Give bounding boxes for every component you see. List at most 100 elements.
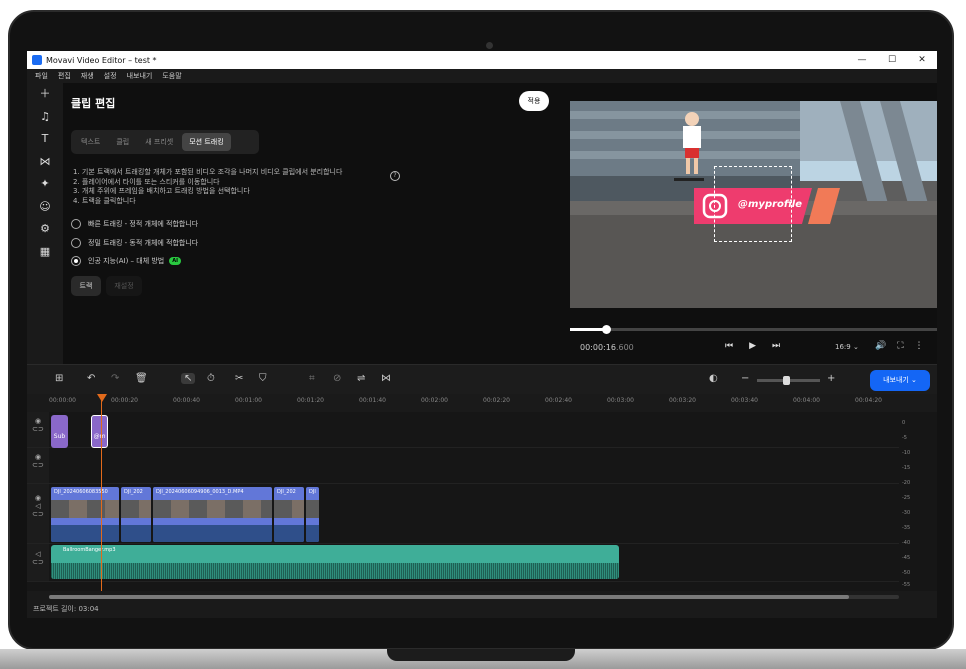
sticker-clip[interactable]: Sub bbox=[51, 415, 68, 448]
select-tool-icon[interactable]: ↖ bbox=[181, 373, 196, 384]
scrubber-handle[interactable] bbox=[602, 325, 611, 334]
video-clip[interactable]: DJI_20240606094906_0013_D.MP4 bbox=[153, 487, 272, 542]
db-label: -25 bbox=[902, 495, 911, 501]
sticker-clip-selected[interactable]: @m bbox=[91, 415, 108, 448]
link-icon[interactable]: ⊂⊃ bbox=[27, 558, 49, 566]
zoom-in-icon[interactable]: + bbox=[827, 373, 835, 384]
video-frame[interactable]: @myprofile bbox=[570, 101, 937, 308]
tracking-frame[interactable] bbox=[714, 166, 792, 242]
db-label: -35 bbox=[902, 525, 911, 531]
zoom-slider-handle[interactable] bbox=[783, 376, 790, 385]
fullscreen-icon[interactable]: ⛶ bbox=[897, 341, 903, 351]
close-button[interactable]: ✕ bbox=[907, 51, 937, 69]
link-icon[interactable]: ⊂⊃ bbox=[27, 461, 49, 469]
ai-tracking-option[interactable]: 인공 지능(AI) – 대체 방법 AI bbox=[71, 256, 181, 266]
preview-icons: 🔊 ⛶ ⋮ bbox=[875, 341, 924, 351]
timecode-main: 00:00:16 bbox=[580, 343, 616, 352]
video-track: ◉ ◁ ⊂⊃ DJI_20240606083550 DJI_202 DJI_2024… bbox=[27, 484, 899, 544]
tab-new-preset[interactable]: 새 프리셋 bbox=[138, 133, 180, 151]
video-clip[interactable]: DJI_202 bbox=[121, 487, 151, 542]
cut-icon[interactable]: ✂ bbox=[235, 373, 243, 384]
plus-icon[interactable]: ＋ bbox=[27, 83, 63, 106]
transition-icon[interactable]: ⋈ bbox=[27, 151, 63, 174]
menu-help[interactable]: 도움말 bbox=[162, 71, 181, 81]
link-icon[interactable]: ⊂⊃ bbox=[27, 425, 49, 433]
reset-button[interactable]: 재설정 bbox=[106, 276, 142, 296]
menu-export[interactable]: 내보내기 bbox=[127, 71, 153, 81]
menu-settings[interactable]: 설정 bbox=[104, 71, 117, 81]
volume-icon[interactable]: 🔊 bbox=[875, 341, 886, 351]
zoom-slider[interactable] bbox=[757, 376, 820, 385]
radio-button[interactable] bbox=[71, 238, 81, 248]
music-note-icon[interactable]: ♫ bbox=[27, 106, 63, 129]
db-label: -55 bbox=[902, 582, 911, 588]
sticker-icon[interactable]: ☺ bbox=[27, 196, 63, 219]
eye-icon[interactable]: ◉ bbox=[27, 453, 49, 461]
radio-button-selected[interactable] bbox=[71, 256, 81, 266]
more-options-icon[interactable]: ⋮ bbox=[915, 341, 924, 351]
preview-scrubber[interactable] bbox=[570, 325, 937, 334]
redo-icon[interactable]: ↷ bbox=[111, 373, 119, 384]
preview-panel: @myprofile 00:00:16.600 ⏮ ▶ ⏭ 16:9 ⌄ 🔊 ⛶… bbox=[570, 83, 937, 364]
help-icon[interactable]: ? bbox=[390, 171, 400, 181]
chevron-down-icon: ⌄ bbox=[852, 343, 859, 351]
ruler-tick: 00:04:20 bbox=[855, 397, 882, 404]
volume-icon[interactable]: ◁ bbox=[27, 502, 49, 510]
delete-icon[interactable]: 🗑 bbox=[135, 373, 148, 384]
add-track-icon[interactable]: ⊞ bbox=[55, 373, 63, 384]
play-icon[interactable]: ▶ bbox=[749, 341, 756, 351]
project-length: 프로젝트 길이: 03:04 bbox=[33, 605, 99, 613]
timecode-ms: .600 bbox=[615, 343, 634, 352]
apply-button[interactable]: 적용 bbox=[519, 91, 549, 111]
audio-clip[interactable]: BallroomBanger.mp3 bbox=[51, 545, 619, 579]
timeline-scrollbar[interactable] bbox=[49, 595, 899, 599]
previous-icon[interactable]: ⏮ bbox=[725, 341, 733, 351]
track-header: ◉ ⊂⊃ bbox=[27, 448, 49, 483]
ruler-tick: 00:02:20 bbox=[483, 397, 510, 404]
precise-tracking-option[interactable]: 정밀 트래킹 - 동적 개체에 적합합니다 bbox=[71, 238, 198, 248]
time-ruler[interactable]: 00:00:00 00:00:20 00:00:40 00:01:00 00:0… bbox=[27, 394, 937, 412]
fast-tracking-option[interactable]: 빠른 트래킹 - 정적 개체에 적합합니다 bbox=[71, 219, 198, 229]
more-icon[interactable]: ▦ bbox=[27, 241, 63, 264]
eye-icon[interactable]: ◉ bbox=[27, 494, 49, 502]
track-button[interactable]: 트랙 bbox=[71, 276, 101, 296]
option-label: 인공 지능(AI) – 대체 방법 bbox=[88, 257, 165, 265]
link-icon[interactable]: ⊂⊃ bbox=[27, 510, 49, 518]
plugin-icon[interactable]: ⚙ bbox=[27, 218, 63, 241]
menu-file[interactable]: 파일 bbox=[35, 71, 48, 81]
effects-icon[interactable]: ✦ bbox=[27, 173, 63, 196]
radio-button[interactable] bbox=[71, 219, 81, 229]
undo-icon[interactable]: ↶ bbox=[87, 373, 95, 384]
rotate-icon[interactable]: ⊘ bbox=[333, 373, 341, 384]
panel-title: 클립 편집 bbox=[71, 97, 116, 110]
transition-icon[interactable]: ⋈ bbox=[381, 373, 391, 384]
tab-text[interactable]: 텍스트 bbox=[74, 133, 107, 151]
track-header: ◁ ⊂⊃ bbox=[27, 544, 49, 581]
ruler-tick: 00:03:20 bbox=[669, 397, 696, 404]
tab-motion-tracking[interactable]: 모션 트래킹 bbox=[182, 133, 231, 151]
playhead-handle[interactable] bbox=[97, 394, 107, 402]
maximize-button[interactable]: ☐ bbox=[877, 51, 907, 69]
export-button[interactable]: 내보내기 ⌄ bbox=[870, 370, 930, 391]
crop-icon[interactable]: ⌗ bbox=[309, 373, 315, 384]
color-icon[interactable]: ◐ bbox=[709, 373, 718, 384]
video-clip[interactable]: DJI bbox=[306, 487, 319, 542]
playhead[interactable] bbox=[101, 394, 102, 591]
zoom-out-icon[interactable]: − bbox=[741, 373, 749, 384]
tab-clip[interactable]: 클립 bbox=[109, 133, 136, 151]
eye-icon[interactable]: ◉ bbox=[27, 417, 49, 425]
volume-icon[interactable]: ◁ bbox=[27, 550, 49, 558]
adjust-icon[interactable]: ⇌ bbox=[357, 373, 365, 384]
menu-edit[interactable]: 편집 bbox=[58, 71, 71, 81]
minimize-button[interactable]: — bbox=[847, 51, 877, 69]
speed-icon[interactable]: ⏱ bbox=[207, 373, 215, 384]
aspect-ratio-select[interactable]: 16:9 ⌄ bbox=[835, 343, 859, 351]
menu-play[interactable]: 재생 bbox=[81, 71, 94, 81]
video-clip[interactable]: DJI_202 bbox=[274, 487, 304, 542]
next-icon[interactable]: ⏭ bbox=[772, 341, 780, 351]
scrollbar-thumb[interactable] bbox=[49, 595, 849, 599]
timeline-tracks: ◉ ⊂⊃ Sub @m ◉ ⊂⊃ ◉ ◁ ⊂⊃ DJI_20240606083550 D… bbox=[27, 412, 937, 591]
shield-icon[interactable]: ⛉ bbox=[259, 373, 267, 384]
video-clip[interactable]: DJI_20240606083550 bbox=[51, 487, 119, 542]
text-icon[interactable]: T bbox=[27, 128, 63, 151]
